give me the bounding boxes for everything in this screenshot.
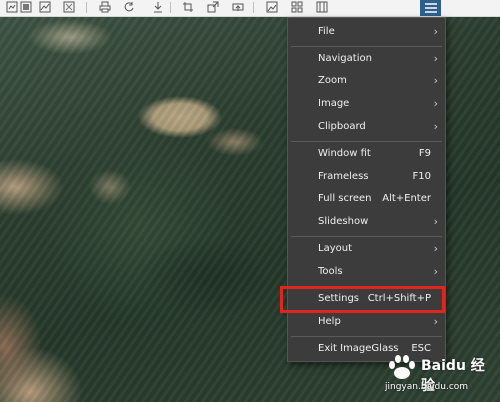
menu-item-window-fit[interactable]: Window fit F9 — [288, 143, 445, 165]
menu-item-label: Layout — [318, 243, 352, 254]
print-icon[interactable] — [97, 0, 113, 14]
submenu-arrow-icon: › — [433, 215, 438, 228]
menu-item-file[interactable]: File › — [288, 21, 445, 43]
menu-item-label: Window fit — [318, 148, 371, 159]
menu-item-label: Zoom — [318, 75, 347, 86]
menu-item-zoom[interactable]: Zoom › — [288, 70, 445, 92]
menu-item-label: File — [318, 26, 335, 37]
upload-icon[interactable] — [230, 0, 246, 14]
menu-item-label: Frameless — [318, 171, 369, 182]
submenu-arrow-icon: › — [433, 315, 438, 328]
submenu-arrow-icon: › — [433, 74, 438, 87]
menu-separator — [291, 141, 442, 142]
menu-item-shortcut: F10 — [412, 171, 431, 182]
submenu-arrow-icon: › — [433, 52, 438, 65]
rotate-icon[interactable] — [121, 0, 137, 14]
thumbnails-grid-icon[interactable] — [289, 0, 305, 14]
image-info-icon[interactable] — [18, 0, 34, 14]
menu-item-label: Slideshow — [318, 216, 369, 227]
menu-item-help[interactable]: Help › — [288, 311, 445, 333]
menu-item-label: Help — [318, 316, 341, 327]
menu-item-full-screen[interactable]: Full screen Alt+Enter — [288, 188, 445, 210]
menu-item-label: Navigation — [318, 53, 372, 64]
menu-separator — [291, 236, 442, 237]
menu-item-label: Tools — [318, 266, 343, 277]
menu-item-slideshow[interactable]: Slideshow › — [288, 211, 445, 233]
menu-item-label: Full screen — [318, 193, 372, 204]
watermark: Baidu 经验 jingyan.baidu.com — [383, 352, 498, 400]
image-icon[interactable] — [264, 0, 280, 14]
menu-item-layout[interactable]: Layout › — [288, 238, 445, 260]
gallery-icon[interactable] — [37, 0, 53, 14]
paw-logo-icon — [389, 355, 415, 379]
submenu-arrow-icon: › — [433, 120, 438, 133]
submenu-arrow-icon: › — [433, 242, 438, 255]
watermark-url: jingyan.baidu.com — [385, 382, 469, 392]
submenu-arrow-icon: › — [433, 265, 438, 278]
menu-item-clipboard[interactable]: Clipboard › — [288, 116, 445, 138]
submenu-arrow-icon: › — [433, 25, 438, 38]
menu-item-navigation[interactable]: Navigation › — [288, 48, 445, 70]
hamburger-menu-icon[interactable] — [420, 0, 441, 16]
download-icon[interactable] — [150, 0, 166, 14]
menu-separator — [291, 336, 442, 337]
menu-separator — [291, 46, 442, 47]
toolbar — [0, 0, 500, 17]
menu-item-frameless[interactable]: Frameless F10 — [288, 166, 445, 188]
menu-item-image[interactable]: Image › — [288, 93, 445, 115]
toolbar-separator — [86, 2, 87, 13]
resize-icon[interactable] — [205, 0, 221, 14]
settings-highlight-box — [280, 286, 445, 313]
slideshow-icon[interactable] — [61, 0, 77, 14]
menu-item-label: Clipboard — [318, 121, 366, 132]
menu-item-label: Image — [318, 98, 350, 109]
submenu-arrow-icon: › — [433, 97, 438, 110]
menu-item-tools[interactable]: Tools › — [288, 261, 445, 283]
toolbar-separator — [170, 2, 171, 13]
crop-icon[interactable] — [180, 0, 196, 14]
menu-item-shortcut: Alt+Enter — [382, 193, 431, 204]
checkerboard-icon[interactable] — [314, 0, 330, 14]
menu-item-shortcut: F9 — [418, 148, 431, 159]
toolbar-separator — [253, 2, 254, 13]
